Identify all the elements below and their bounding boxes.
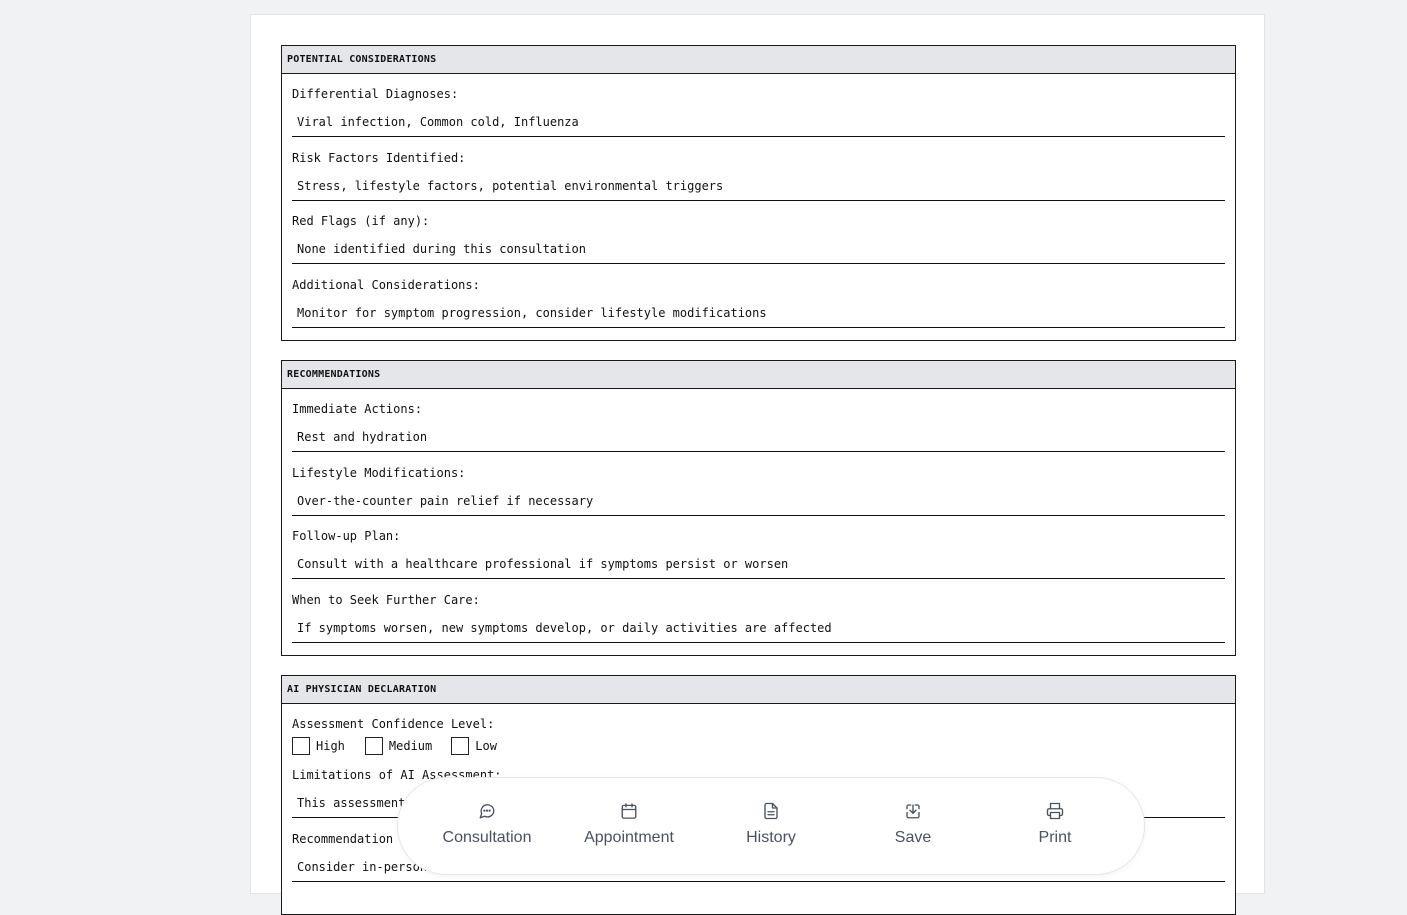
message-circle-icon xyxy=(479,804,495,819)
dock-item-label: Consultation xyxy=(442,829,532,846)
section-title: POTENTIAL CONSIDERATIONS xyxy=(282,46,1235,74)
print-button[interactable]: Print xyxy=(984,802,1126,862)
checkbox-label: Low xyxy=(475,739,497,753)
history-button[interactable]: History xyxy=(700,802,842,862)
lifestyle-modifications-input[interactable]: Over-the-counter pain relief if necessar… xyxy=(292,487,1225,516)
calendar-icon xyxy=(621,803,637,819)
red-flags-input[interactable]: None identified during this consultation xyxy=(292,235,1225,264)
confidence-options: High Medium Low xyxy=(292,737,517,755)
bottom-action-dock: Consultation Appointment History Save Pr… xyxy=(397,777,1145,875)
potential-considerations-section: POTENTIAL CONSIDERATIONS Differential Di… xyxy=(281,45,1236,341)
immediate-actions-input[interactable]: Rest and hydration xyxy=(292,423,1225,452)
checkbox-label: High xyxy=(316,739,345,753)
field-label: Immediate Actions: xyxy=(292,402,423,416)
appointment-button[interactable]: Appointment xyxy=(558,802,700,862)
save-button[interactable]: Save xyxy=(842,802,984,862)
field-label: Differential Diagnoses: xyxy=(292,87,459,101)
lifestyle-modifications-field: Lifestyle Modifications: Over-the-counte… xyxy=(282,453,1235,517)
dock-item-label: History xyxy=(746,829,796,846)
follow-up-plan-input[interactable]: Consult with a healthcare professional i… xyxy=(292,550,1225,579)
recommendations-section: RECOMMENDATIONS Immediate Actions: Rest … xyxy=(281,360,1236,656)
checkbox[interactable] xyxy=(451,737,470,755)
file-text-icon xyxy=(764,802,778,820)
section-title: RECOMMENDATIONS xyxy=(282,361,1235,389)
section-title: AI PHYSICIAN DECLARATION xyxy=(282,676,1235,704)
field-label: Lifestyle Modifications: xyxy=(292,465,466,480)
field-label: Follow-up Plan: xyxy=(292,529,401,543)
field-label: Assessment Confidence Level: xyxy=(292,717,495,731)
checkbox[interactable] xyxy=(364,737,383,755)
further-care-input[interactable]: If symptoms worsen, new symptoms develop… xyxy=(292,614,1225,643)
checkbox-label: Medium xyxy=(388,739,433,753)
confidence-option-medium[interactable]: Medium xyxy=(364,737,433,755)
additional-considerations-input[interactable]: Monitor for symptom progression, conside… xyxy=(292,299,1225,328)
risk-factors-input[interactable]: Stress, lifestyle factors, potential env… xyxy=(292,172,1225,201)
field-label: Risk Factors Identified: xyxy=(292,150,466,165)
differential-diagnoses-input[interactable]: Viral infection, Common cold, Influenza xyxy=(292,108,1225,137)
confidence-level-field: Assessment Confidence Level: High Medium… xyxy=(282,704,1235,755)
checkbox[interactable] xyxy=(292,737,310,755)
immediate-actions-field: Immediate Actions: Rest and hydration xyxy=(282,389,1235,453)
additional-considerations-field: Additional Considerations: Monitor for s… xyxy=(282,265,1235,329)
confidence-option-high[interactable]: High xyxy=(292,737,345,755)
download-icon xyxy=(906,804,920,819)
field-label: When to Seek Further Care: xyxy=(292,592,480,607)
dock-item-label: Save xyxy=(894,829,932,846)
report-page: POTENTIAL CONSIDERATIONS Differential Di… xyxy=(250,14,1265,915)
field-label: Red Flags (if any): xyxy=(292,214,430,228)
confidence-option-low[interactable]: Low xyxy=(451,737,497,755)
differential-diagnoses-field: Differential Diagnoses: Viral infection,… xyxy=(282,74,1235,138)
printer-icon xyxy=(1046,802,1064,820)
risk-factors-field: Risk Factors Identified: Stress, lifesty… xyxy=(282,138,1235,202)
red-flags-field: Red Flags (if any): None identified duri… xyxy=(282,201,1235,265)
consultation-button[interactable]: Consultation xyxy=(416,802,558,862)
field-label: Additional Considerations: xyxy=(292,277,480,292)
dock-item-label: Print xyxy=(1038,829,1072,846)
field-label: Recommendation f xyxy=(292,831,408,846)
dock-item-label: Appointment xyxy=(584,829,674,846)
follow-up-plan-field: Follow-up Plan: Consult with a healthcar… xyxy=(282,516,1235,580)
further-care-field: When to Seek Further Care: If symptoms w… xyxy=(282,580,1235,644)
